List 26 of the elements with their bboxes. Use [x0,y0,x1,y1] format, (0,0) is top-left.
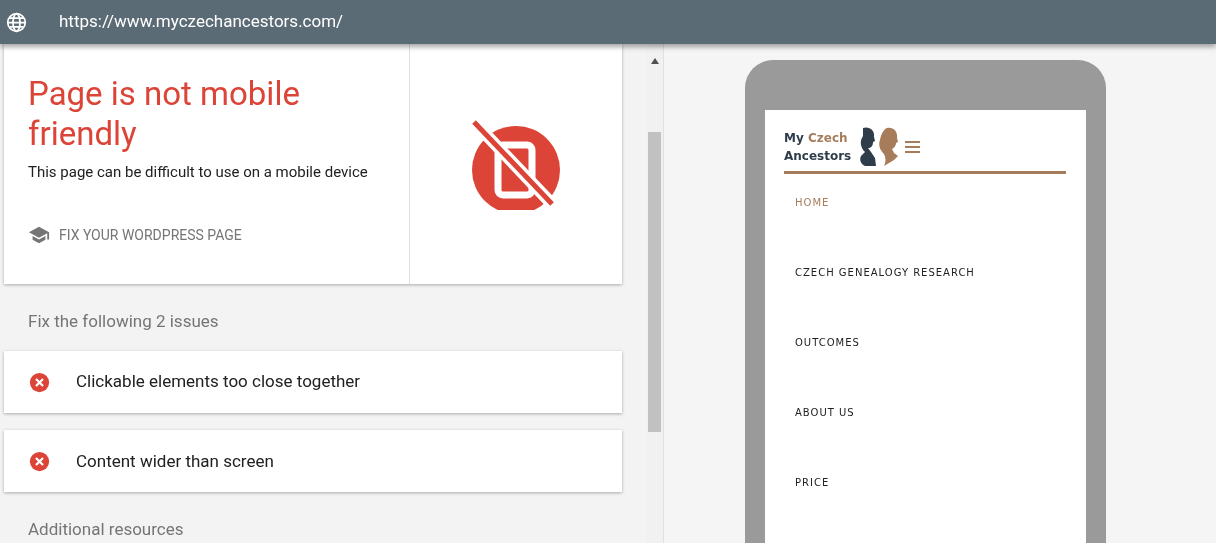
logo-text: Ancestors [784,148,852,165]
menu-icon[interactable] [905,141,921,153]
result-title: Page is not mobile friendly [28,74,301,154]
resources-heading: Additional resources [28,518,185,542]
result-description: This page can be difficult to use on a mobile device [28,162,368,182]
issue-text: Content wider than screen [76,449,274,473]
nav-link[interactable]: ABOUT US [795,406,1067,419]
graduation-cap-icon [28,224,50,246]
nav-link[interactable]: PRICE [795,476,1067,489]
issue-text: Clickable elements too close together [76,370,361,394]
site-logo[interactable]: My Czech Ancestors [784,126,921,168]
nav-link[interactable]: HOME [795,196,1067,209]
nav-link[interactable]: CZECH GENEALOGY RESEARCH [795,266,1067,279]
scroll-up-icon[interactable] [650,58,659,64]
logo-text: My Czech [784,131,848,145]
error-icon [29,450,50,472]
issue-card[interactable]: Content wider than screen [4,430,622,493]
no-mobile-icon [470,118,562,211]
fix-wordpress-link[interactable]: FIX YOUR WORDPRESS PAGE [28,224,409,246]
url-text: https://www.myczechancestors.com/ [59,10,344,34]
nav-link[interactable]: OUTCOMES [795,336,1067,349]
scrollbar-thumb[interactable] [648,132,661,432]
issues-heading: Fix the following 2 issues [28,310,220,334]
globe-icon [6,11,27,33]
issue-card[interactable]: Clickable elements too close together [4,350,622,414]
error-icon [29,371,50,393]
